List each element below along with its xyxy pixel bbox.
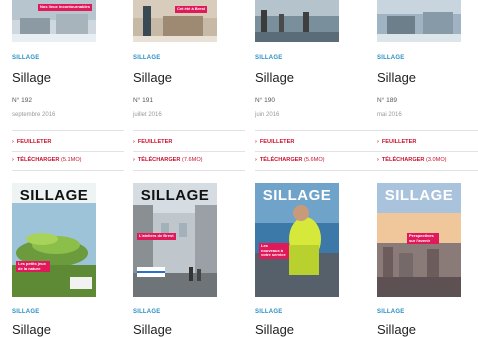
read-link[interactable]: › FEUILLETER	[133, 139, 172, 145]
cover-tag: Cet été à Brest	[175, 6, 208, 13]
chevron-right-icon: ›	[12, 157, 14, 163]
chevron-right-icon: ›	[255, 157, 257, 163]
chevron-right-icon: ›	[133, 157, 135, 163]
cover-image[interactable]: SILLAGE Les petits jeux de la nature	[12, 183, 96, 297]
category-label: SILLAGE	[377, 55, 405, 61]
category-label: SILLAGE	[255, 55, 283, 61]
issue-number: N° 190	[255, 97, 275, 104]
read-link[interactable]: › FEUILLETER	[255, 139, 294, 145]
download-link[interactable]: › TÉLÉCHARGER (5.1MO)	[12, 157, 82, 163]
cover-tag: Les petits jeux de la nature	[16, 261, 50, 273]
issue-title[interactable]: Sillage	[133, 70, 172, 85]
category-label: SILLAGE	[12, 55, 40, 61]
read-link[interactable]: › FEUILLETER	[377, 139, 416, 145]
cover-title: SILLAGE	[140, 187, 210, 204]
issue-title[interactable]: Sillage	[12, 322, 51, 337]
cover-tag: L'ateliers de Brest	[137, 233, 176, 240]
download-link[interactable]: › TÉLÉCHARGER (7.6MO)	[133, 157, 203, 163]
cover-image[interactable]	[377, 0, 461, 42]
cover-image[interactable]: SILLAGE Perspectives sur l'avenir	[377, 183, 461, 297]
divider	[255, 151, 367, 152]
cover-tag: Les nouveaux à votre service	[259, 243, 289, 259]
divider	[255, 130, 367, 131]
category-label: SILLAGE	[377, 309, 405, 315]
issue-number: N° 191	[133, 97, 153, 104]
category-label: SILLAGE	[12, 309, 40, 315]
category-label: SILLAGE	[133, 309, 161, 315]
divider	[366, 130, 478, 131]
cover-image[interactable]	[255, 0, 339, 42]
cover-image[interactable]: Cet été à Brest	[133, 0, 217, 42]
divider	[255, 170, 367, 171]
cover-title: SILLAGE	[262, 187, 332, 204]
read-link[interactable]: › FEUILLETER	[12, 139, 51, 145]
divider	[133, 151, 245, 152]
category-label: SILLAGE	[255, 309, 283, 315]
cover-title: SILLAGE	[19, 187, 89, 204]
divider	[12, 130, 124, 131]
divider	[133, 170, 245, 171]
issue-title[interactable]: Sillage	[12, 70, 51, 85]
cover-tag: Nos lieux incontournables	[38, 4, 93, 11]
download-link[interactable]: › TÉLÉCHARGER (3.0MO)	[377, 157, 447, 163]
cover-image[interactable]: Nos lieux incontournables	[12, 0, 96, 42]
chevron-right-icon: ›	[255, 139, 257, 145]
divider	[366, 170, 478, 171]
issue-date: juillet 2016	[133, 112, 162, 118]
issue-title[interactable]: Sillage	[255, 70, 294, 85]
chevron-right-icon: ›	[377, 157, 379, 163]
cover-image[interactable]: SILLAGE Les nouveaux à votre service	[255, 183, 339, 297]
issue-title[interactable]: Sillage	[377, 70, 416, 85]
divider	[12, 151, 124, 152]
cover-title: SILLAGE	[384, 187, 454, 204]
divider	[133, 130, 245, 131]
issue-date: juin 2016	[255, 112, 280, 118]
issue-title[interactable]: Sillage	[133, 322, 172, 337]
divider	[366, 151, 478, 152]
issue-number: N° 192	[12, 97, 32, 104]
divider	[12, 170, 124, 171]
download-link[interactable]: › TÉLÉCHARGER (5.6MO)	[255, 157, 325, 163]
chevron-right-icon: ›	[377, 139, 379, 145]
chevron-right-icon: ›	[133, 139, 135, 145]
issue-title[interactable]: Sillage	[255, 322, 294, 337]
magazine-grid: Nos lieux incontournables SILLAGE Sillag…	[0, 0, 478, 337]
issue-date: septembre 2016	[12, 112, 56, 118]
issue-date: mai 2016	[377, 112, 402, 118]
cover-image[interactable]: SILLAGE L'ateliers de Brest	[133, 183, 217, 297]
issue-number: N° 189	[377, 97, 397, 104]
issue-title[interactable]: Sillage	[377, 322, 416, 337]
cover-tag: Perspectives sur l'avenir	[407, 233, 439, 245]
chevron-right-icon: ›	[12, 139, 14, 145]
category-label: SILLAGE	[133, 55, 161, 61]
